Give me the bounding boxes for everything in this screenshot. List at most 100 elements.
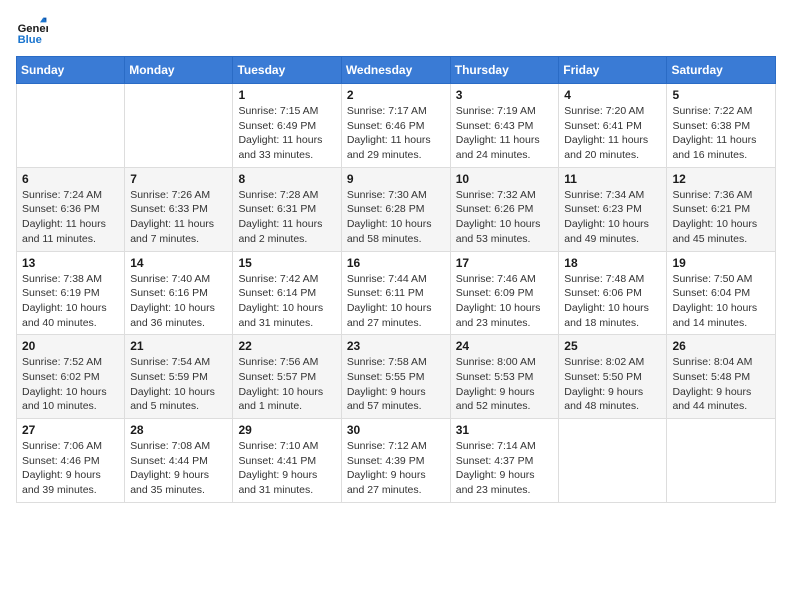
day-number: 28 [130, 423, 227, 437]
day-number: 24 [456, 339, 554, 353]
header-day: Thursday [450, 57, 559, 84]
calendar-cell: 2 Sunrise: 7:17 AMSunset: 6:46 PMDaylight… [341, 84, 450, 168]
day-number: 10 [456, 172, 554, 186]
calendar-cell: 21 Sunrise: 7:54 AMSunset: 5:59 PMDayligh… [125, 335, 233, 419]
calendar-cell: 10 Sunrise: 7:32 AMSunset: 6:26 PMDayligh… [450, 167, 559, 251]
day-number: 8 [238, 172, 335, 186]
day-number: 4 [564, 88, 661, 102]
header-day: Wednesday [341, 57, 450, 84]
calendar-cell: 30 Sunrise: 7:12 AMSunset: 4:39 PMDayligh… [341, 419, 450, 503]
calendar-cell: 18Sunrise: 7:48 AMSunset: 6:06 PMDayligh… [559, 251, 667, 335]
day-number: 30 [347, 423, 445, 437]
day-number: 19 [672, 256, 770, 270]
calendar-cell: 1 Sunrise: 7:15 AMSunset: 6:49 PMDaylight… [233, 84, 341, 168]
header-day: Sunday [17, 57, 125, 84]
day-detail: Sunrise: 7:24 AMSunset: 6:36 PMDaylight:… [22, 188, 119, 247]
calendar-cell: 20 Sunrise: 7:52 AMSunset: 6:02 PMDayligh… [17, 335, 125, 419]
day-detail: Sunrise: 7:58 AMSunset: 5:55 PMDaylight:… [347, 355, 445, 414]
calendar-cell: 7 Sunrise: 7:26 AMSunset: 6:33 PMDaylight… [125, 167, 233, 251]
day-number: 17 [456, 256, 554, 270]
day-number: 21 [130, 339, 227, 353]
day-number: 15 [238, 256, 335, 270]
calendar-cell: 22Sunrise: 7:56 AMSunset: 5:57 PMDayligh… [233, 335, 341, 419]
day-detail: Sunrise: 7:30 AMSunset: 6:28 PMDaylight:… [347, 188, 445, 247]
day-number: 11 [564, 172, 661, 186]
day-detail: Sunrise: 8:00 AMSunset: 5:53 PMDaylight:… [456, 355, 554, 414]
day-detail: Sunrise: 7:48 AMSunset: 6:06 PMDaylight:… [564, 272, 661, 331]
day-detail: Sunrise: 7:26 AMSunset: 6:33 PMDaylight:… [130, 188, 227, 247]
calendar-week-row: 13Sunrise: 7:38 AMSunset: 6:19 PMDayligh… [17, 251, 776, 335]
day-detail: Sunrise: 7:06 AMSunset: 4:46 PMDaylight:… [22, 439, 119, 498]
day-number: 16 [347, 256, 445, 270]
day-detail: Sunrise: 7:14 AMSunset: 4:37 PMDaylight:… [456, 439, 554, 498]
day-number: 23 [347, 339, 445, 353]
header-day: Monday [125, 57, 233, 84]
day-detail: Sunrise: 7:34 AMSunset: 6:23 PMDaylight:… [564, 188, 661, 247]
day-detail: Sunrise: 7:17 AMSunset: 6:46 PMDaylight:… [347, 104, 445, 163]
day-detail: Sunrise: 7:46 AMSunset: 6:09 PMDaylight:… [456, 272, 554, 331]
calendar-cell: 23 Sunrise: 7:58 AMSunset: 5:55 PMDayligh… [341, 335, 450, 419]
calendar-cell [559, 419, 667, 503]
day-detail: Sunrise: 8:02 AMSunset: 5:50 PMDaylight:… [564, 355, 661, 414]
day-number: 29 [238, 423, 335, 437]
calendar-week-row: 20 Sunrise: 7:52 AMSunset: 6:02 PMDayligh… [17, 335, 776, 419]
day-detail: Sunrise: 7:36 AMSunset: 6:21 PMDaylight:… [672, 188, 770, 247]
day-detail: Sunrise: 7:15 AMSunset: 6:49 PMDaylight:… [238, 104, 335, 163]
calendar-cell: 14Sunrise: 7:40 AMSunset: 6:16 PMDayligh… [125, 251, 233, 335]
day-number: 20 [22, 339, 119, 353]
day-number: 6 [22, 172, 119, 186]
calendar-cell [125, 84, 233, 168]
day-number: 7 [130, 172, 227, 186]
calendar-cell: 31 Sunrise: 7:14 AMSunset: 4:37 PMDayligh… [450, 419, 559, 503]
header-row: SundayMondayTuesdayWednesdayThursdayFrid… [17, 57, 776, 84]
calendar-cell: 12 Sunrise: 7:36 AMSunset: 6:21 PMDayligh… [667, 167, 776, 251]
logo-icon: General Blue [16, 16, 48, 48]
calendar-table: SundayMondayTuesdayWednesdayThursdayFrid… [16, 56, 776, 503]
calendar-week-row: 6 Sunrise: 7:24 AMSunset: 6:36 PMDaylight… [17, 167, 776, 251]
day-detail: Sunrise: 7:50 AMSunset: 6:04 PMDaylight:… [672, 272, 770, 331]
day-detail: Sunrise: 8:04 AMSunset: 5:48 PMDaylight:… [672, 355, 770, 414]
calendar-week-row: 1 Sunrise: 7:15 AMSunset: 6:49 PMDaylight… [17, 84, 776, 168]
day-detail: Sunrise: 7:20 AMSunset: 6:41 PMDaylight:… [564, 104, 661, 163]
day-number: 22 [238, 339, 335, 353]
calendar-week-row: 27 Sunrise: 7:06 AMSunset: 4:46 PMDayligh… [17, 419, 776, 503]
day-detail: Sunrise: 7:38 AMSunset: 6:19 PMDaylight:… [22, 272, 119, 331]
calendar-cell: 11 Sunrise: 7:34 AMSunset: 6:23 PMDayligh… [559, 167, 667, 251]
calendar-cell: 25 Sunrise: 8:02 AMSunset: 5:50 PMDayligh… [559, 335, 667, 419]
calendar-cell: 13Sunrise: 7:38 AMSunset: 6:19 PMDayligh… [17, 251, 125, 335]
day-number: 27 [22, 423, 119, 437]
calendar-cell: 5Sunrise: 7:22 AMSunset: 6:38 PMDaylight… [667, 84, 776, 168]
day-number: 26 [672, 339, 770, 353]
day-number: 12 [672, 172, 770, 186]
day-detail: Sunrise: 7:32 AMSunset: 6:26 PMDaylight:… [456, 188, 554, 247]
calendar-cell: 28 Sunrise: 7:08 AMSunset: 4:44 PMDayligh… [125, 419, 233, 503]
day-detail: Sunrise: 7:52 AMSunset: 6:02 PMDaylight:… [22, 355, 119, 414]
day-detail: Sunrise: 7:08 AMSunset: 4:44 PMDaylight:… [130, 439, 227, 498]
calendar-cell: 17 Sunrise: 7:46 AMSunset: 6:09 PMDayligh… [450, 251, 559, 335]
day-number: 9 [347, 172, 445, 186]
svg-text:General: General [18, 23, 48, 35]
calendar-cell: 19 Sunrise: 7:50 AMSunset: 6:04 PMDayligh… [667, 251, 776, 335]
day-detail: Sunrise: 7:10 AMSunset: 4:41 PMDaylight:… [238, 439, 335, 498]
day-detail: Sunrise: 7:44 AMSunset: 6:11 PMDaylight:… [347, 272, 445, 331]
calendar-cell: 15Sunrise: 7:42 AMSunset: 6:14 PMDayligh… [233, 251, 341, 335]
day-number: 31 [456, 423, 554, 437]
day-detail: Sunrise: 7:40 AMSunset: 6:16 PMDaylight:… [130, 272, 227, 331]
day-number: 25 [564, 339, 661, 353]
day-detail: Sunrise: 7:12 AMSunset: 4:39 PMDaylight:… [347, 439, 445, 498]
day-detail: Sunrise: 7:19 AMSunset: 6:43 PMDaylight:… [456, 104, 554, 163]
day-number: 3 [456, 88, 554, 102]
calendar-cell: 9 Sunrise: 7:30 AMSunset: 6:28 PMDaylight… [341, 167, 450, 251]
calendar-body: 1 Sunrise: 7:15 AMSunset: 6:49 PMDaylight… [17, 84, 776, 503]
logo: General Blue [16, 16, 42, 48]
calendar-cell: 8Sunrise: 7:28 AMSunset: 6:31 PMDaylight… [233, 167, 341, 251]
header-day: Saturday [667, 57, 776, 84]
day-number: 2 [347, 88, 445, 102]
svg-text:Blue: Blue [18, 34, 42, 46]
calendar-cell: 4 Sunrise: 7:20 AMSunset: 6:41 PMDaylight… [559, 84, 667, 168]
header-day: Friday [559, 57, 667, 84]
calendar-cell: 3 Sunrise: 7:19 AMSunset: 6:43 PMDaylight… [450, 84, 559, 168]
day-detail: Sunrise: 7:54 AMSunset: 5:59 PMDaylight:… [130, 355, 227, 414]
calendar-cell: 24 Sunrise: 8:00 AMSunset: 5:53 PMDayligh… [450, 335, 559, 419]
day-number: 1 [238, 88, 335, 102]
